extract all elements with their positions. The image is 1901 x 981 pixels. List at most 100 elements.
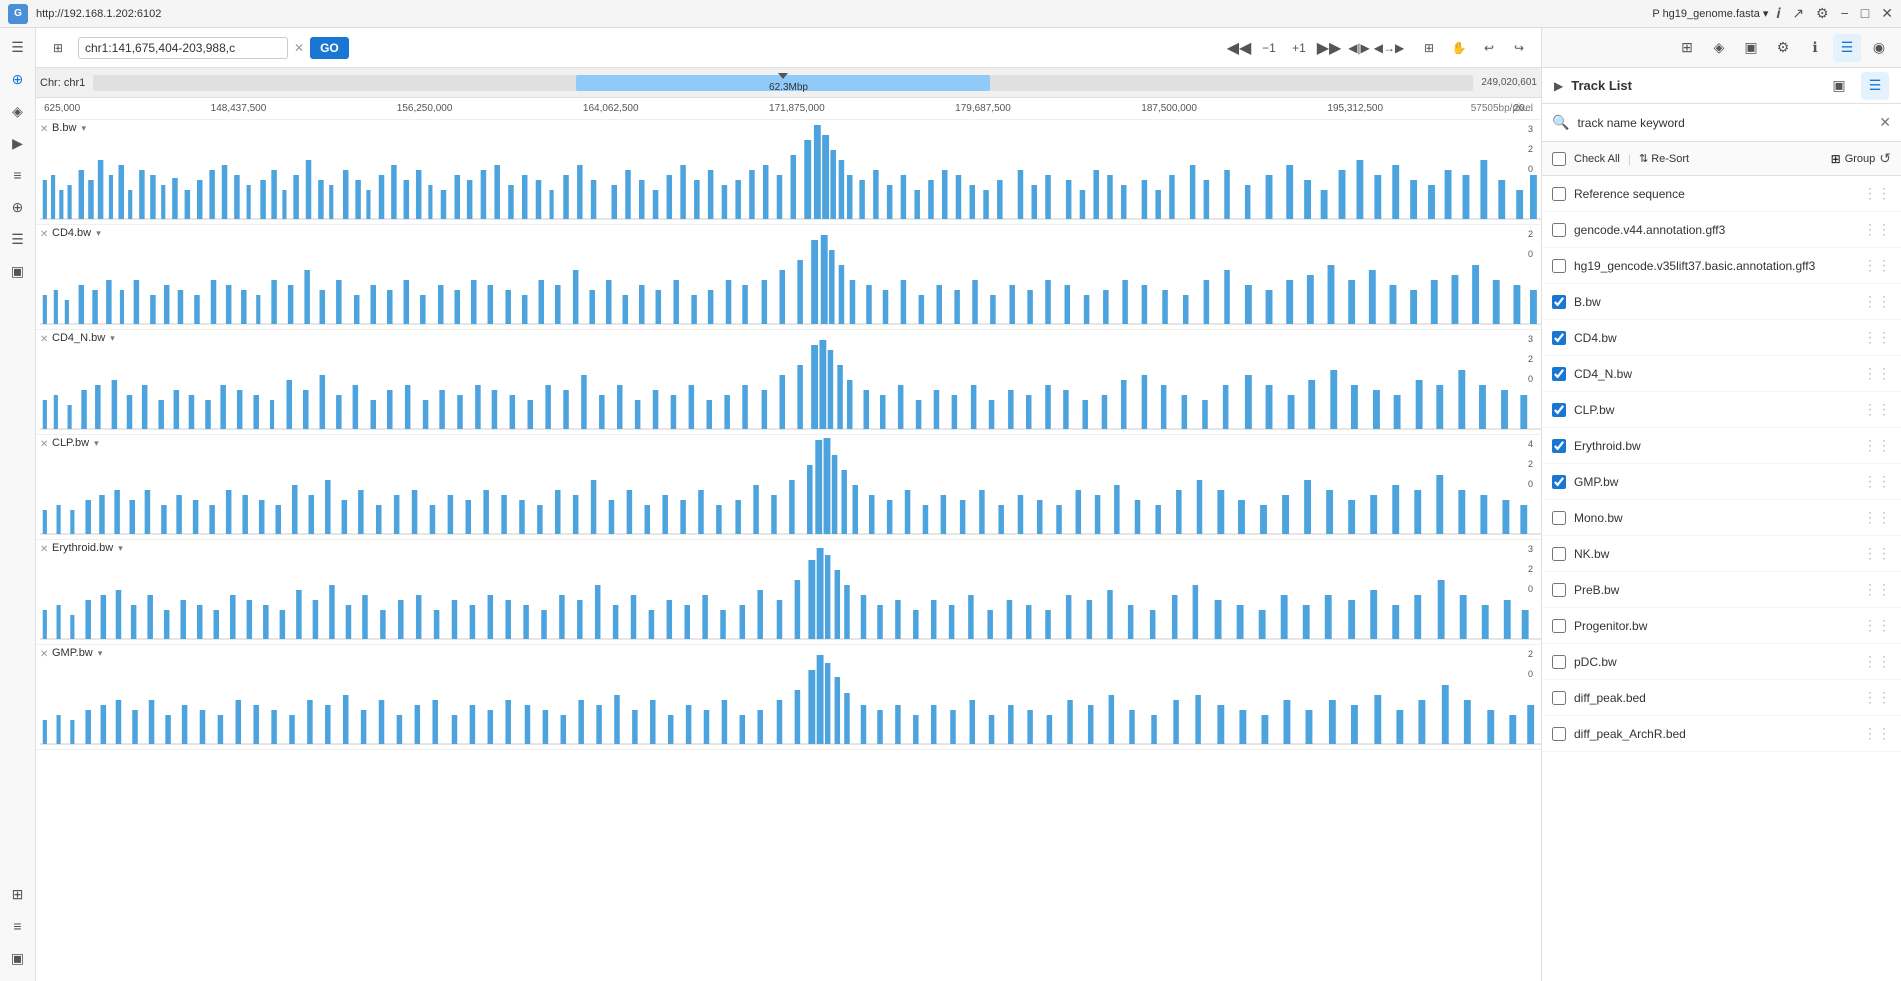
nav-plus1-icon[interactable]: +1 — [1285, 34, 1313, 62]
settings-icon[interactable]: ⚙ — [1816, 5, 1829, 22]
search-input[interactable] — [1577, 116, 1871, 130]
rp-icon-diamond[interactable]: ◈ — [1705, 34, 1733, 62]
rp-icon-tracklist[interactable]: ☰ — [1833, 34, 1861, 62]
drag-handle-icon[interactable]: ⋮⋮ — [1863, 617, 1891, 634]
sidebar-icon-bottom1[interactable]: ⊞ — [3, 879, 33, 909]
drag-handle-icon[interactable]: ⋮⋮ — [1863, 689, 1891, 706]
rp-icon-info[interactable]: ℹ — [1801, 34, 1829, 62]
check-all-label[interactable]: Check All — [1574, 153, 1620, 165]
sidebar-icon-bottom2[interactable]: ≡ — [3, 911, 33, 941]
track-close-cd4-bw[interactable]: ✕ — [40, 229, 48, 240]
list-item[interactable]: CD4.bw ⋮⋮ — [1542, 320, 1901, 356]
drag-handle-icon[interactable]: ⋮⋮ — [1863, 401, 1891, 418]
refresh-icon[interactable]: ↺ — [1879, 150, 1891, 167]
track-name-b-bw[interactable]: B.bw ▾ — [52, 122, 86, 134]
drag-handle-icon[interactable]: ⋮⋮ — [1863, 257, 1891, 274]
track-checkbox-nk-bw[interactable] — [1552, 547, 1566, 561]
sidebar-icon-layers[interactable]: ≡ — [3, 160, 33, 190]
list-item[interactable]: hg19_gencode.v35lift37.basic.annotation.… — [1542, 248, 1901, 284]
sidebar-icon-menu[interactable]: ☰ — [3, 32, 33, 62]
track-checkbox-erythroid-bw[interactable] — [1552, 439, 1566, 453]
list-item[interactable]: Mono.bw ⋮⋮ — [1542, 500, 1901, 536]
track-checkbox-b-bw[interactable] — [1552, 295, 1566, 309]
list-item[interactable]: PreB.bw ⋮⋮ — [1542, 572, 1901, 608]
track-name-gmp-bw[interactable]: GMP.bw ▾ — [52, 647, 102, 659]
track-checkbox-ref-seq[interactable] — [1552, 187, 1566, 201]
track-checkbox-preb-bw[interactable] — [1552, 583, 1566, 597]
location-input[interactable] — [78, 37, 288, 59]
track-name-cd4n-bw[interactable]: CD4_N.bw ▾ — [52, 332, 115, 344]
nav-filter-icon[interactable]: ⊞ — [1415, 34, 1443, 62]
list-item[interactable]: gencode.v44.annotation.gff3 ⋮⋮ — [1542, 212, 1901, 248]
drag-handle-icon[interactable]: ⋮⋮ — [1863, 329, 1891, 346]
info-icon[interactable]: 𝒊 — [1776, 5, 1780, 22]
maximize-icon[interactable]: □ — [1861, 5, 1869, 22]
track-close-erythroid-bw[interactable]: ✕ — [40, 544, 48, 555]
nav-undo-icon[interactable]: ↩ — [1475, 34, 1503, 62]
drag-handle-icon[interactable]: ⋮⋮ — [1863, 545, 1891, 562]
track-checkbox-diff-peak-bed[interactable] — [1552, 691, 1566, 705]
track-close-clp-bw[interactable]: ✕ — [40, 439, 48, 450]
drag-handle-icon[interactable]: ⋮⋮ — [1863, 725, 1891, 742]
track-list-chevron[interactable]: ▶ — [1554, 79, 1563, 93]
drag-handle-icon[interactable]: ⋮⋮ — [1863, 509, 1891, 526]
drag-handle-icon[interactable]: ⋮⋮ — [1863, 185, 1891, 202]
drag-handle-icon[interactable]: ⋮⋮ — [1863, 653, 1891, 670]
track-checkbox-mono-bw[interactable] — [1552, 511, 1566, 525]
share-icon[interactable]: ↗ — [1792, 5, 1804, 22]
track-checkbox-hg19-gencode[interactable] — [1552, 259, 1566, 273]
rp-icon-menu[interactable]: ☰ — [1861, 72, 1889, 100]
list-item[interactable]: CLP.bw ⋮⋮ — [1542, 392, 1901, 428]
location-clear-icon[interactable]: ✕ — [294, 41, 304, 55]
drag-handle-icon[interactable]: ⋮⋮ — [1863, 293, 1891, 310]
sidebar-icon-add[interactable]: ⊕ — [3, 192, 33, 222]
sidebar-icon-play[interactable]: ▶ — [3, 128, 33, 158]
nav-hand-icon[interactable]: ✋ — [1445, 34, 1473, 62]
re-sort-button[interactable]: ⇅ Re-Sort — [1639, 152, 1689, 165]
group-button[interactable]: Group — [1845, 153, 1876, 165]
list-item[interactable]: CD4_N.bw ⋮⋮ — [1542, 356, 1901, 392]
nav-start-icon[interactable]: ◀◀ — [1225, 34, 1253, 62]
track-close-cd4n-bw[interactable]: ✕ — [40, 334, 48, 345]
track-close-b-bw[interactable]: ✕ — [40, 124, 48, 135]
track-checkbox-pdc-bw[interactable] — [1552, 655, 1566, 669]
app-logo[interactable]: G — [8, 4, 28, 24]
list-item[interactable]: GMP.bw ⋮⋮ — [1542, 464, 1901, 500]
go-button[interactable]: GO — [310, 37, 349, 59]
rp-icon-settings[interactable]: ⚙ — [1769, 34, 1797, 62]
nav-end-icon[interactable]: ▶▶ — [1315, 34, 1343, 62]
search-clear-icon[interactable]: ✕ — [1879, 114, 1891, 131]
sidebar-icon-bookmark[interactable]: ◈ — [3, 96, 33, 126]
genome-selector[interactable]: P hg19_genome.fasta ▾ — [1652, 7, 1768, 20]
track-name-erythroid-bw[interactable]: Erythroid.bw ▾ — [52, 542, 123, 554]
list-item[interactable]: Progenitor.bw ⋮⋮ — [1542, 608, 1901, 644]
list-item[interactable]: pDC.bw ⋮⋮ — [1542, 644, 1901, 680]
drag-handle-icon[interactable]: ⋮⋮ — [1863, 473, 1891, 490]
track-checkbox-cd4n-bw[interactable] — [1552, 367, 1566, 381]
rp-icon-grid[interactable]: ⊞ — [1673, 34, 1701, 62]
track-checkbox-diff-peak-archr[interactable] — [1552, 727, 1566, 741]
track-checkbox-progenitor-bw[interactable] — [1552, 619, 1566, 633]
drag-handle-icon[interactable]: ⋮⋮ — [1863, 365, 1891, 382]
list-item[interactable]: diff_peak_ArchR.bed ⋮⋮ — [1542, 716, 1901, 752]
track-checkbox-cd4-bw[interactable] — [1552, 331, 1566, 345]
rp-icon-chart[interactable]: ◉ — [1865, 34, 1893, 62]
close-icon[interactable]: ✕ — [1881, 5, 1893, 22]
sidebar-icon-list[interactable]: ☰ — [3, 224, 33, 254]
check-all-checkbox[interactable] — [1552, 152, 1566, 166]
track-close-gmp-bw[interactable]: ✕ — [40, 649, 48, 660]
drag-handle-icon[interactable]: ⋮⋮ — [1863, 437, 1891, 454]
minimize-icon[interactable]: − — [1841, 5, 1849, 22]
nav-minus1-icon[interactable]: −1 — [1255, 34, 1283, 62]
drag-handle-icon[interactable]: ⋮⋮ — [1863, 581, 1891, 598]
track-name-clp-bw[interactable]: CLP.bw ▾ — [52, 437, 99, 449]
sidebar-icon-search[interactable]: ⊕ — [3, 64, 33, 94]
nav-redo-icon[interactable]: ↪ — [1505, 34, 1533, 62]
tracks-area[interactable]: ✕ B.bw ▾ 320 — [36, 120, 1541, 981]
rp-icon-square[interactable]: ▣ — [1737, 34, 1765, 62]
nav-zoom-in-icon[interactable]: ◀→▶ — [1375, 34, 1403, 62]
nav-fit-icon[interactable]: ⊞ — [44, 34, 72, 62]
list-item[interactable]: NK.bw ⋮⋮ — [1542, 536, 1901, 572]
list-item[interactable]: B.bw ⋮⋮ — [1542, 284, 1901, 320]
track-checkbox-gmp-bw[interactable] — [1552, 475, 1566, 489]
